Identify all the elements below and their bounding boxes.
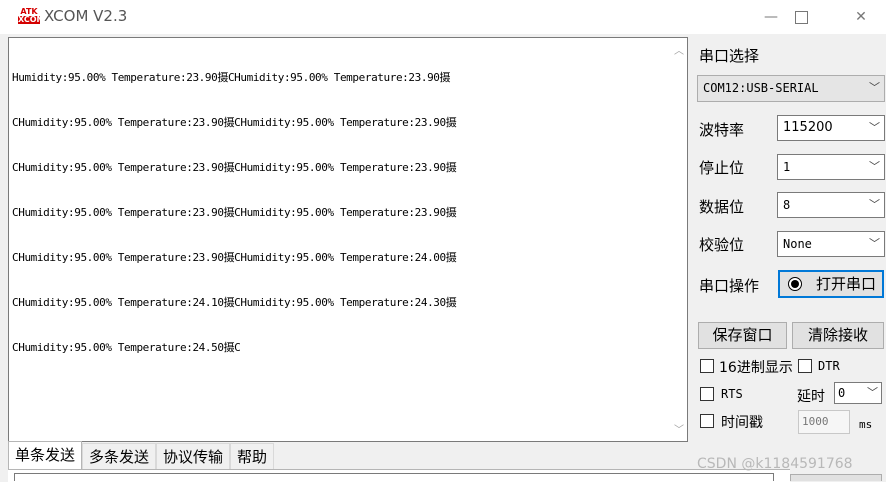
parity-select[interactable]: None ﹀ xyxy=(777,231,885,257)
delay-value: 0 xyxy=(838,386,846,400)
tab-multi-send[interactable]: 多条发送 xyxy=(82,443,157,469)
chevron-down-icon: ﹀ xyxy=(869,160,880,173)
minimize-icon: — xyxy=(764,9,778,25)
receive-line: CHumidity:95.00% Temperature:23.90摄CHumi… xyxy=(12,161,457,174)
send-button[interactable] xyxy=(790,474,882,481)
tab-help[interactable]: 帮助 xyxy=(230,443,275,469)
receive-line: CHumidity:95.00% Temperature:24.50摄C xyxy=(12,341,241,354)
receive-line: CHumidity:95.00% Temperature:23.90摄CHumi… xyxy=(12,206,457,219)
data-bits-value: 8 xyxy=(783,198,791,212)
baud-rate-label: 波特率 xyxy=(699,121,745,139)
port-select-value: COM12:USB-SERIAL xyxy=(703,81,819,95)
tab-single-send[interactable]: 单条发送 xyxy=(8,441,83,469)
open-port-button[interactable]: 打开串口 xyxy=(778,270,884,298)
port-select-label: 串口选择 xyxy=(699,47,760,65)
timestamp-interval-input[interactable]: 1000 xyxy=(798,410,850,434)
receive-line: Humidity:95.00% Temperature:23.90摄CHumid… xyxy=(12,71,451,84)
hex-display-checkbox[interactable] xyxy=(700,359,714,373)
stop-bits-label: 停止位 xyxy=(699,159,745,177)
stop-bits-select[interactable]: 1 ﹀ xyxy=(777,154,885,180)
stop-bits-value: 1 xyxy=(783,160,791,174)
window-title: XCOM V2.3 xyxy=(44,7,128,25)
port-select[interactable]: COM12:USB-SERIAL ﹀ xyxy=(697,75,885,102)
chevron-down-icon: ﹀ xyxy=(869,237,880,250)
dtr-label: DTR xyxy=(818,359,840,373)
maximize-button[interactable] xyxy=(778,0,824,34)
chevron-down-icon: ﹀ xyxy=(867,386,878,399)
rts-label: RTS xyxy=(721,387,743,401)
scroll-up-arrow-icon[interactable]: ︿ xyxy=(671,42,687,58)
receive-line: CHumidity:95.00% Temperature:23.90摄CHumi… xyxy=(12,251,457,264)
receive-line: CHumidity:95.00% Temperature:23.90摄CHumi… xyxy=(12,116,457,129)
parity-label: 校验位 xyxy=(699,236,745,254)
scroll-down-arrow-icon[interactable]: ﹀ xyxy=(671,421,687,437)
receive-line: CHumidity:95.00% Temperature:24.10摄CHumi… xyxy=(12,296,457,309)
timestamp-label: 时间戳 xyxy=(721,415,763,431)
hex-display-label: 16进制显示 xyxy=(719,360,793,376)
dtr-checkbox[interactable] xyxy=(798,359,812,373)
baud-rate-select[interactable]: 115200 ﹀ xyxy=(777,115,885,141)
port-operation-label: 串口操作 xyxy=(699,277,760,295)
watermark: CSDN @k1184591768 xyxy=(697,456,853,472)
logo-text-bottom: XCOM xyxy=(18,15,45,24)
timestamp-checkbox[interactable] xyxy=(700,414,714,428)
delay-select[interactable]: 0 ﹀ xyxy=(834,382,882,404)
title-bar: ATK XCOM XCOM V2.3 — ✕ xyxy=(0,0,886,34)
open-port-label: 打开串口 xyxy=(816,275,877,293)
close-icon: ✕ xyxy=(855,9,867,25)
app-logo-icon: ATK XCOM xyxy=(18,8,45,26)
radio-indicator-icon xyxy=(788,277,802,291)
data-bits-select[interactable]: 8 ﹀ xyxy=(777,192,885,218)
send-tabs: 单条发送 多条发送 协议传输 帮助 xyxy=(8,441,275,469)
delay-label: 延时 xyxy=(797,389,825,405)
chevron-down-icon: ﹀ xyxy=(869,198,880,211)
receive-textarea[interactable]: Humidity:95.00% Temperature:23.90摄CHumid… xyxy=(8,37,688,442)
close-button[interactable]: ✕ xyxy=(838,0,884,34)
chevron-down-icon: ﹀ xyxy=(869,81,880,94)
receive-text: Humidity:95.00% Temperature:23.90摄CHumid… xyxy=(12,40,662,385)
chevron-down-icon: ﹀ xyxy=(869,121,880,134)
baud-rate-value: 115200 xyxy=(783,120,833,135)
tab-protocol[interactable]: 协议传输 xyxy=(156,443,231,469)
parity-value: None xyxy=(783,237,812,251)
data-bits-label: 数据位 xyxy=(699,198,745,216)
send-textarea[interactable] xyxy=(14,473,774,481)
maximize-icon xyxy=(794,10,808,24)
rts-checkbox[interactable] xyxy=(700,387,714,401)
ms-unit-label: ms xyxy=(859,418,873,431)
clear-receive-button[interactable]: 清除接收 xyxy=(792,322,884,349)
save-window-button[interactable]: 保存窗口 xyxy=(698,322,787,349)
